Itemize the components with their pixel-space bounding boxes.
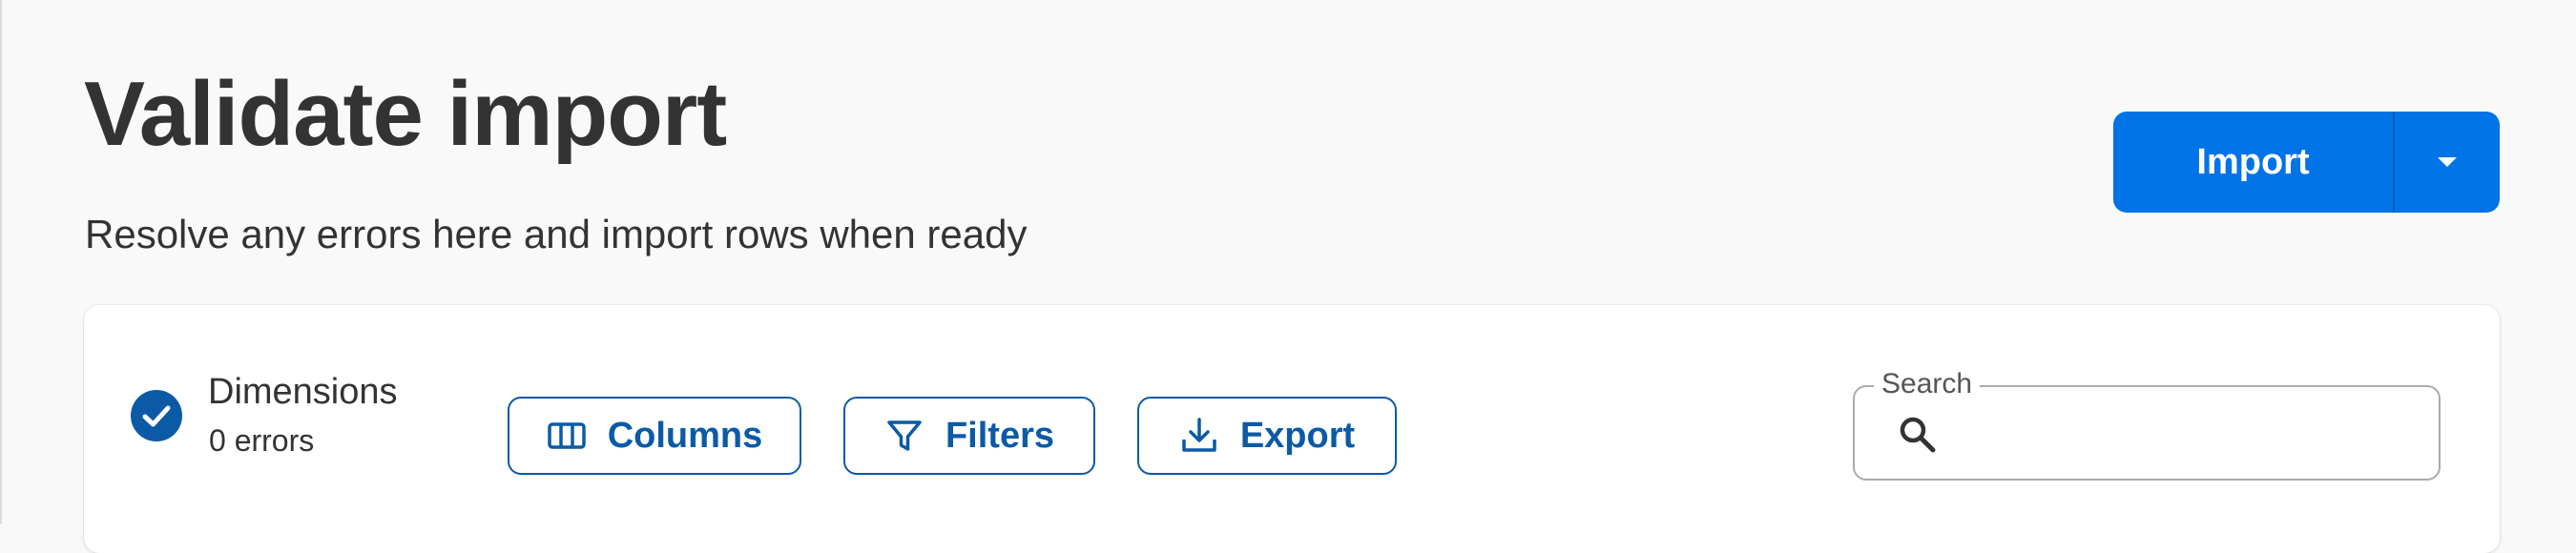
- import-split-button: Import: [2113, 112, 2500, 213]
- filter-icon: [884, 416, 924, 456]
- error-count: 0 errors: [209, 423, 315, 458]
- import-options-toggle[interactable]: [2395, 112, 2500, 213]
- check-circle-icon: [131, 390, 182, 441]
- search-icon: [1900, 417, 1936, 453]
- columns-button[interactable]: Columns: [508, 397, 801, 475]
- columns-button-label: Columns: [607, 415, 763, 456]
- search-input[interactable]: [1956, 406, 2418, 461]
- left-edge-rule: [0, 0, 2, 524]
- page-subtitle: Resolve any errors here and import rows …: [85, 212, 1028, 256]
- filters-button[interactable]: Filters: [843, 397, 1095, 475]
- download-icon: [1179, 416, 1219, 456]
- export-button[interactable]: Export: [1137, 397, 1397, 475]
- columns-icon: [547, 416, 587, 456]
- page-title: Validate import: [84, 63, 727, 165]
- validation-card: Dimensions 0 errors Columns Filters Expo…: [84, 305, 2500, 553]
- search-field: Search: [1853, 369, 2441, 481]
- export-button-label: Export: [1239, 415, 1356, 456]
- status-title: Dimensions: [208, 372, 398, 412]
- import-button[interactable]: Import: [2113, 112, 2393, 213]
- caret-down-icon: [2438, 157, 2457, 167]
- filters-button-label: Filters: [945, 415, 1055, 456]
- search-label: Search: [1874, 369, 1981, 399]
